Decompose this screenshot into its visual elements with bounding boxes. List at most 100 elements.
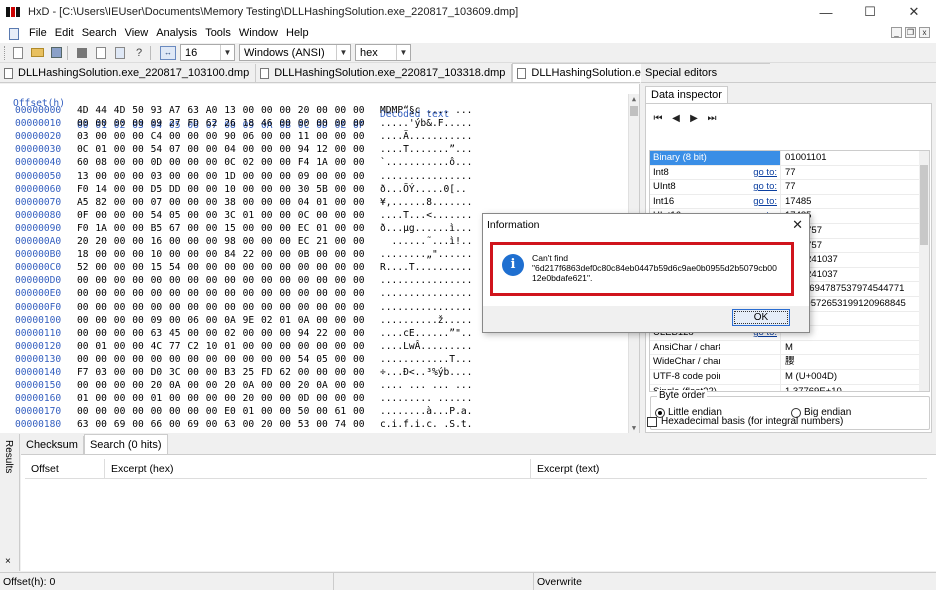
hex-byte[interactable]: 00 xyxy=(187,288,199,299)
previous-icon[interactable]: ◀ xyxy=(670,113,682,124)
hex-byte[interactable]: 00 xyxy=(261,406,273,417)
hex-byte[interactable]: 00 xyxy=(169,236,181,247)
hex-byte[interactable]: 00 xyxy=(95,354,107,365)
hex-byte[interactable]: 00 xyxy=(206,367,218,378)
hex-byte[interactable]: 00 xyxy=(243,184,255,195)
hex-byte[interactable]: 00 xyxy=(114,184,126,195)
bytes-per-row-select[interactable]: 16 ▼ xyxy=(180,44,235,61)
hex-byte[interactable]: 15 xyxy=(151,262,163,273)
goto-link[interactable]: go to: xyxy=(720,195,780,209)
tab-search-results[interactable]: Search (0 hits) xyxy=(83,434,168,454)
hex-byte[interactable]: 00 xyxy=(335,380,347,391)
hex-byte[interactable]: 00 xyxy=(114,131,126,142)
hex-byte[interactable]: 00 xyxy=(95,419,107,430)
hex-byte[interactable]: 03 xyxy=(151,171,163,182)
hex-byte[interactable]: 00 xyxy=(335,210,347,221)
hex-byte[interactable]: 00 xyxy=(243,419,255,430)
hex-byte[interactable]: 61 xyxy=(187,433,199,434)
hex-byte[interactable]: 00 xyxy=(243,105,255,116)
hex-byte[interactable]: 44 xyxy=(95,105,107,116)
hex-byte[interactable]: 00 xyxy=(316,419,328,430)
hex-byte[interactable]: 00 xyxy=(316,131,328,142)
hex-byte[interactable]: 00 xyxy=(279,184,291,195)
hex-byte[interactable]: 00 xyxy=(187,262,199,273)
hex-byte[interactable]: 00 xyxy=(206,354,218,365)
inspector-value[interactable]: 17485 xyxy=(780,194,921,209)
hex-byte[interactable]: 00 xyxy=(316,367,328,378)
hex-byte[interactable]: 00 xyxy=(95,131,107,142)
hex-byte[interactable]: 00 xyxy=(132,157,144,168)
hex-byte[interactable]: 00 xyxy=(298,367,310,378)
hex-byte[interactable]: EC xyxy=(298,223,310,234)
inspector-value[interactable]: 77 xyxy=(780,180,921,194)
hex-byte[interactable]: 54 xyxy=(151,210,163,221)
hex-byte[interactable]: 00 xyxy=(335,367,347,378)
hex-byte[interactable]: 00 xyxy=(151,288,163,299)
inspector-row[interactable]: WideChar / char16_t 䑍 xyxy=(650,355,921,370)
hex-byte[interactable]: 04 xyxy=(224,144,236,155)
hex-byte[interactable]: 1A xyxy=(316,157,328,168)
maximize-icon[interactable]: ☐ xyxy=(848,0,892,24)
hex-byte[interactable]: 00 xyxy=(243,197,255,208)
hex-byte[interactable]: 00 xyxy=(316,288,328,299)
hex-byte[interactable]: 00 xyxy=(353,288,365,299)
hex-byte[interactable]: 82 xyxy=(95,197,107,208)
inspector-value[interactable]: 䑍 xyxy=(780,355,921,369)
hex-byte[interactable]: 0A xyxy=(298,315,310,326)
decoded-text[interactable]: ....Ä........... xyxy=(380,131,472,142)
last-icon[interactable]: ⏭ xyxy=(706,113,718,124)
hex-byte[interactable]: 00 xyxy=(261,223,273,234)
hex-byte[interactable]: 00 xyxy=(114,393,126,404)
decoded-text[interactable]: ......˜...ì!.. xyxy=(380,236,473,247)
hex-byte[interactable]: 00 xyxy=(261,288,273,299)
hex-byte[interactable]: 9E xyxy=(243,315,255,326)
decoded-text[interactable]: ð...ÕÝ.....0[.. xyxy=(380,184,467,195)
hex-byte[interactable]: 10 xyxy=(151,249,163,260)
decoded-text[interactable]: ................ xyxy=(380,288,472,299)
hex-byte[interactable]: 00 xyxy=(132,393,144,404)
hex-byte[interactable]: 63 xyxy=(151,328,163,339)
hex-byte[interactable]: 01 xyxy=(316,223,328,234)
hex-byte[interactable]: 00 xyxy=(114,315,126,326)
hex-byte[interactable]: 0C xyxy=(298,210,310,221)
hex-byte[interactable]: 00 xyxy=(353,249,365,260)
hex-byte[interactable]: 10 xyxy=(224,184,236,195)
hex-byte[interactable]: 50 xyxy=(298,406,310,417)
hex-byte[interactable]: 00 xyxy=(169,131,181,142)
hex-byte[interactable]: 00 xyxy=(187,406,199,417)
hex-byte[interactable]: 00 xyxy=(206,262,218,273)
hex-byte[interactable]: 38 xyxy=(224,197,236,208)
hex-byte[interactable]: 00 xyxy=(261,328,273,339)
menu-search[interactable]: Search xyxy=(78,24,121,43)
hex-byte[interactable]: 00 xyxy=(353,131,365,142)
hex-byte[interactable]: 69 xyxy=(114,419,126,430)
hex-byte[interactable]: 64 xyxy=(261,433,273,434)
hex-byte[interactable]: 00 xyxy=(187,354,199,365)
hex-byte[interactable]: 00 xyxy=(279,144,291,155)
hex-byte[interactable]: 77 xyxy=(169,341,181,352)
hex-byte[interactable]: 00 xyxy=(114,144,126,155)
toolbar-grip[interactable] xyxy=(4,45,7,60)
mdi-close-icon[interactable]: x xyxy=(919,27,930,38)
hex-byte[interactable]: 00 xyxy=(279,236,291,247)
next-icon[interactable]: ▶ xyxy=(688,113,700,124)
hex-byte[interactable]: 30 xyxy=(298,184,310,195)
hex-byte[interactable]: 00 xyxy=(316,341,328,352)
hex-byte[interactable]: 72 xyxy=(224,433,236,434)
dialog-close-icon[interactable]: ✕ xyxy=(792,217,803,233)
hex-byte[interactable]: 00 xyxy=(353,144,365,155)
hex-byte[interactable]: 00 xyxy=(132,419,144,430)
hex-byte[interactable]: 00 xyxy=(187,184,199,195)
hex-byte[interactable]: A0 xyxy=(206,105,218,116)
hex-byte[interactable]: 01 xyxy=(95,144,107,155)
hex-byte[interactable]: 00 xyxy=(224,275,236,286)
hex-byte[interactable]: 5B xyxy=(316,184,328,195)
hex-byte[interactable]: 00 xyxy=(353,197,365,208)
hex-byte[interactable]: 00 xyxy=(279,302,291,313)
hex-byte[interactable]: 63 xyxy=(187,105,199,116)
hex-byte[interactable]: 14 xyxy=(95,184,107,195)
hex-byte[interactable]: 00 xyxy=(224,262,236,273)
tab-data-inspector[interactable]: Data inspector xyxy=(645,86,728,103)
hex-byte[interactable]: 0D xyxy=(298,393,310,404)
hex-byte[interactable]: 90 xyxy=(224,131,236,142)
